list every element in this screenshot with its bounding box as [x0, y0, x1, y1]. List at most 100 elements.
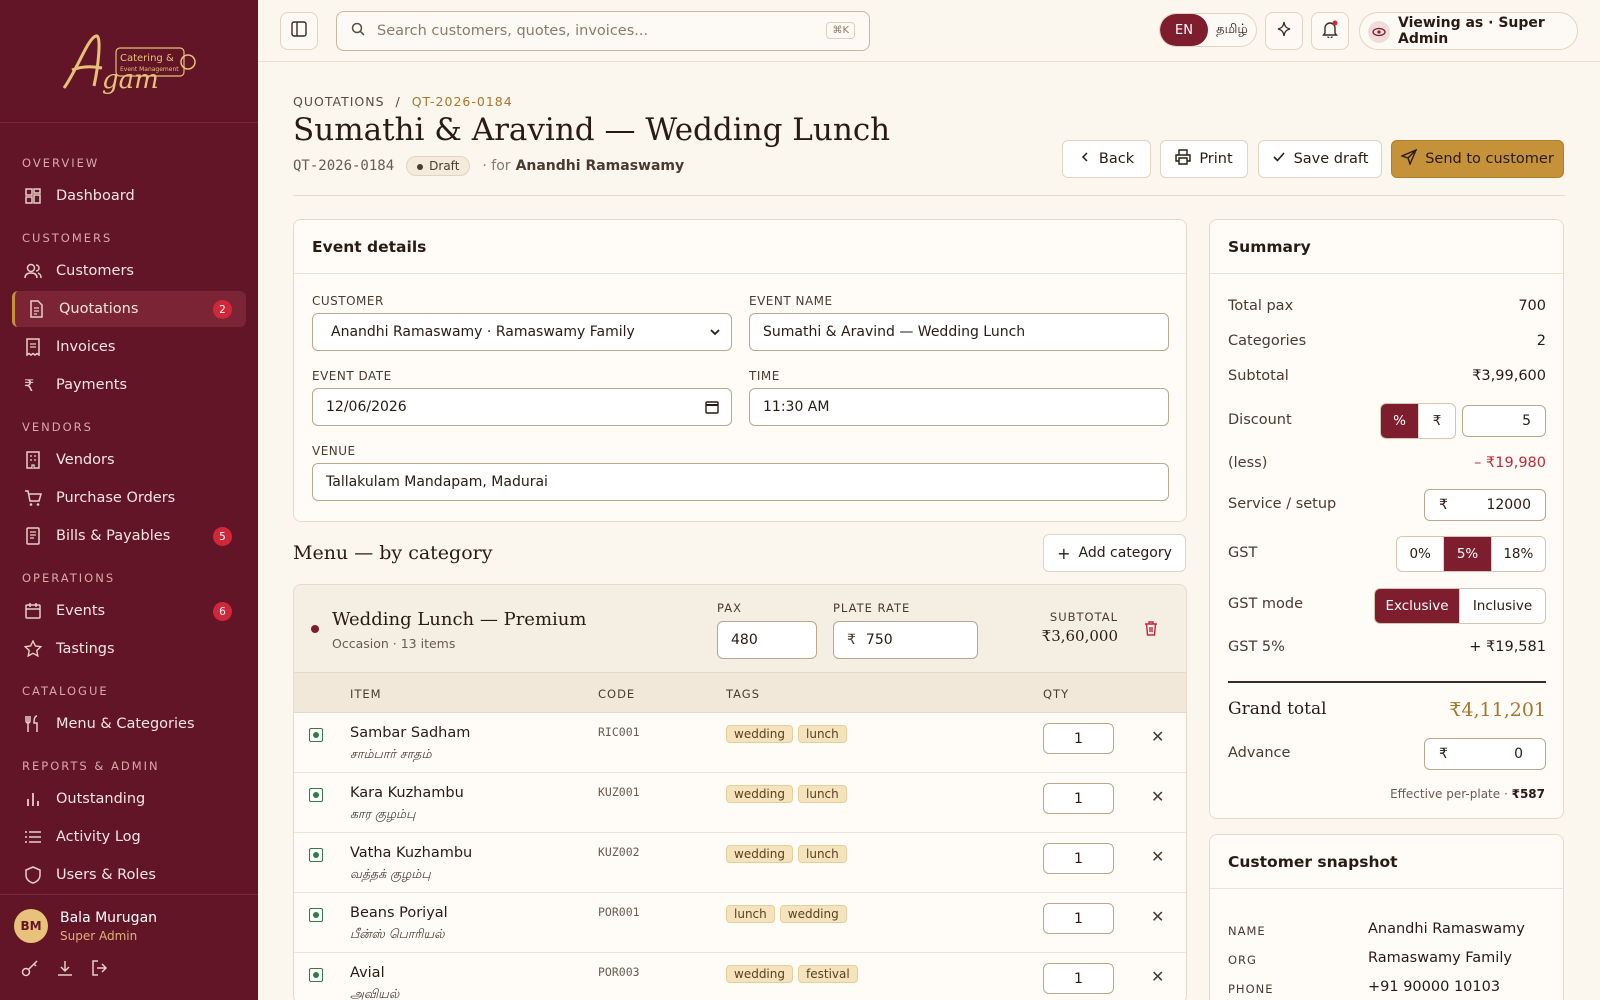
sidebar-item-events[interactable]: Events 6 [12, 593, 246, 629]
advance-input[interactable]: ₹ 0 [1424, 738, 1546, 770]
sidebar-toggle-button[interactable] [280, 12, 318, 50]
close-icon[interactable]: ✕ [1151, 847, 1164, 866]
add-category-label: Add category [1078, 545, 1172, 561]
add-category-button[interactable]: + Add category [1043, 534, 1186, 572]
event-name-label: EVENT NAME [749, 294, 833, 308]
section-catalogue: CATALOGUE [22, 684, 109, 698]
customer-snapshot-card: Customer snapshot NAME Anandhi Ramaswamy… [1209, 834, 1564, 1000]
menu-item-row: Beans Poriyal பீன்ஸ் பொரியல் POR001 lunch we… [294, 893, 1186, 953]
save-draft-button[interactable]: Save draft [1258, 140, 1382, 178]
sidebar-item-quotations[interactable]: Quotations 2 [12, 291, 246, 327]
back-button[interactable]: Back [1062, 140, 1151, 178]
category-card: Wedding Lunch — Premium Occasion · 13 it… [293, 584, 1187, 1000]
sidebar-item-label: Invoices [56, 339, 116, 355]
print-button[interactable]: Print [1160, 140, 1248, 178]
gst-18-option[interactable]: 18% [1492, 537, 1545, 571]
download-icon[interactable] [56, 959, 74, 977]
plate-rate-input[interactable]: ₹ 750 [833, 621, 978, 659]
for-customer-name: Anandhi Ramaswamy [515, 158, 685, 174]
sidebar-item-dashboard[interactable]: Dashboard [12, 178, 246, 214]
printer-icon [1175, 149, 1192, 169]
snapshot-name-label: NAME [1228, 924, 1266, 938]
lang-ta[interactable]: தமிழ் [1208, 14, 1256, 46]
qty-input[interactable]: 1 [1043, 963, 1114, 994]
key-icon[interactable] [21, 959, 39, 977]
menu-item-row: Kara Kuzhambu கார குழம்பு KUZ001 wedding lun… [294, 773, 1186, 833]
snapshot-org-label: ORG [1228, 953, 1257, 967]
gst-rate-toggle[interactable]: 0% 5% 18% [1396, 536, 1546, 572]
breadcrumb-root[interactable]: QUOTATIONS [293, 94, 385, 109]
sidebar-item-vendors[interactable]: Vendors [12, 442, 246, 478]
agam-logo-icon: gam Catering & Event Management [62, 34, 196, 95]
sidebar-item-invoices[interactable]: Invoices [12, 329, 246, 365]
logo[interactable]: gam Catering & Event Management [0, 0, 258, 123]
section-reports: REPORTS & ADMIN [22, 759, 160, 773]
discount-type-toggle[interactable]: % ₹ [1380, 403, 1456, 439]
categories-row: Categories 2 [1228, 333, 1546, 349]
qty-input[interactable]: 1 [1043, 843, 1114, 874]
gst-inclusive-option[interactable]: Inclusive [1460, 589, 1545, 623]
event-date-input[interactable]: 12/06/2026 [312, 388, 732, 426]
avatar[interactable]: BM [14, 909, 48, 943]
sidebar-item-menu[interactable]: Menu & Categories [12, 706, 246, 742]
close-icon[interactable]: ✕ [1151, 967, 1164, 986]
notifications-button[interactable] [1311, 12, 1349, 50]
discount-percent-option[interactable]: % [1381, 404, 1419, 438]
sidebar: gam Catering & Event Management OVERVIEW… [0, 0, 258, 1000]
sidebar-item-purchase-orders[interactable]: Purchase Orders [12, 480, 246, 516]
sidebar-item-payments[interactable]: ₹ Payments [12, 367, 246, 403]
venue-label: VENUE [312, 444, 356, 458]
sparkle-button[interactable] [1265, 12, 1303, 50]
chevron-left-icon [1079, 151, 1091, 167]
gst-5-option[interactable]: 5% [1444, 537, 1492, 571]
rupee-prefix: ₹ [1439, 746, 1448, 762]
close-icon[interactable]: ✕ [1151, 907, 1164, 926]
less-label: (less) [1228, 455, 1268, 471]
sidebar-item-bills[interactable]: Bills & Payables 5 [12, 518, 246, 554]
venue-input[interactable]: Tallakulam Mandapam, Madurai [312, 463, 1169, 501]
sidebar-item-outstanding[interactable]: Outstanding [12, 781, 246, 817]
discount-rupee-option[interactable]: ₹ [1419, 404, 1455, 438]
cart-icon [24, 489, 42, 507]
sidebar-item-customers[interactable]: Customers [12, 253, 246, 289]
time-label: TIME [749, 369, 780, 383]
item-tags: wedding lunch [726, 785, 847, 803]
close-icon[interactable]: ✕ [1151, 787, 1164, 806]
bill-icon [24, 527, 42, 545]
qty-input[interactable]: 1 [1043, 783, 1114, 814]
discount-input[interactable]: 5 [1462, 405, 1546, 437]
sidebar-item-label: Purchase Orders [56, 490, 176, 506]
subtotal-row: Subtotal ₹3,99,600 [1228, 368, 1546, 384]
service-input[interactable]: ₹ 12000 [1424, 489, 1546, 521]
qty-input[interactable]: 1 [1043, 903, 1114, 934]
pax-input[interactable]: 480 [717, 621, 817, 659]
customer-select[interactable]: Anandhi Ramaswamy · Ramaswamy Family [312, 313, 732, 351]
gst-mode-toggle[interactable]: Exclusive Inclusive [1374, 588, 1546, 624]
sidebar-toggle-icon [291, 21, 307, 41]
search-placeholder: Search customers, quotes, invoices... [377, 23, 649, 39]
event-name-input[interactable]: Sumathi & Aravind — Wedding Lunch [749, 313, 1169, 351]
time-input[interactable]: 11:30 AM [749, 388, 1169, 426]
gst-0-option[interactable]: 0% [1397, 537, 1445, 571]
qty-input[interactable]: 1 [1043, 723, 1114, 754]
less-value: – ₹19,980 [1474, 455, 1546, 471]
viewing-as-chip[interactable]: Viewing as · Super Admin [1359, 12, 1578, 50]
rupee-prefix: ₹ [847, 632, 856, 648]
language-switch[interactable]: EN தமிழ் [1159, 13, 1257, 47]
lang-en[interactable]: EN [1160, 14, 1208, 46]
gst-exclusive-option[interactable]: Exclusive [1375, 589, 1460, 623]
menu-item-row: Vatha Kuzhambu வத்தக் குழம்பு KUZ002 weddin… [294, 833, 1186, 893]
veg-indicator-icon [309, 908, 323, 922]
sidebar-item-tastings[interactable]: Tastings [12, 631, 246, 667]
sidebar-item-activity[interactable]: Activity Log [12, 819, 246, 855]
category-meta: Occasion · 13 items [332, 636, 456, 651]
search-input[interactable]: Search customers, quotes, invoices... ⌘K [336, 11, 870, 51]
logout-icon[interactable] [91, 959, 109, 977]
trash-icon[interactable] [1143, 620, 1159, 640]
close-icon[interactable]: ✕ [1151, 727, 1164, 746]
send-to-customer-button[interactable]: Send to customer [1391, 140, 1564, 178]
advance-value: 0 [1514, 746, 1523, 762]
calendar-icon[interactable] [705, 400, 719, 418]
breadcrumb-current: QT-2026-0184 [411, 94, 513, 109]
sidebar-item-users[interactable]: Users & Roles [12, 857, 246, 893]
